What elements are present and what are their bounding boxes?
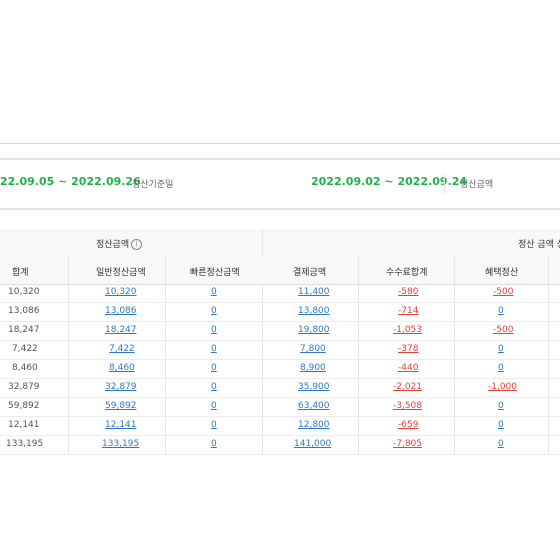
normal-settlement-link[interactable]: 32,879 [105, 382, 137, 392]
summary-separator [444, 174, 445, 194]
fast-settlement-link[interactable]: 0 [211, 287, 217, 297]
col-header-fast-settlement: 빠른정산금액 [190, 268, 240, 278]
group-header-settlement-amount: 정산금액 i [96, 237, 143, 250]
payment-link[interactable]: 11,400 [298, 287, 330, 297]
payment-link[interactable]: 7,800 [300, 344, 326, 354]
col-header-normal-settlement: 일반정산금액 [96, 268, 146, 278]
col-header-payment: 결제금액 [293, 268, 327, 278]
fee-link[interactable]: -1,053 [393, 325, 422, 335]
settlement-amount-caption: 정산금액 [460, 180, 494, 190]
benefit-link[interactable]: -500 [493, 325, 513, 335]
benefit-link[interactable]: 0 [498, 306, 504, 316]
normal-settlement-link[interactable]: 7,422 [109, 344, 135, 354]
payment-link[interactable]: 8,900 [300, 363, 326, 373]
payment-link[interactable]: 141,000 [294, 439, 331, 449]
table-row: 59,892 59,892 0 63,400 -3,508 0 [0, 398, 560, 417]
benefit-link[interactable]: 0 [498, 344, 504, 354]
payment-link[interactable]: 13,800 [298, 306, 330, 316]
fast-settlement-link[interactable]: 0 [211, 382, 217, 392]
benefit-link[interactable]: 0 [498, 439, 504, 449]
normal-settlement-link[interactable]: 13,086 [105, 306, 137, 316]
fee-link[interactable]: -378 [398, 344, 418, 354]
total-cell: 32,879 [8, 382, 40, 392]
fee-link[interactable]: -440 [398, 363, 418, 373]
col-header-benefit-settlement: 혜택정산 [485, 268, 519, 278]
settlement-base-date-caption: 정산기준일 [132, 180, 174, 190]
total-cell: 18,247 [8, 325, 40, 335]
table-column-header: 합계 일반정산금액 빠른정산금액 결제금액 수수료합계 혜택정산 [0, 255, 560, 285]
settlement-summary-bar: 22.09.05 ~ 2022.09.26 정산기준일 2022.09.02 ~… [0, 158, 560, 210]
fast-settlement-link[interactable]: 0 [211, 420, 217, 430]
table-row: 12,141 12,141 0 12,800 -659 0 [0, 417, 560, 436]
table-row: 32,879 32,879 0 35,900 -2,021 -1,000 [0, 379, 560, 398]
table-row: 8,460 8,460 0 8,900 -440 0 [0, 360, 560, 379]
benefit-link[interactable]: 0 [498, 420, 504, 430]
fast-settlement-link[interactable]: 0 [211, 401, 217, 411]
normal-settlement-link[interactable]: 10,320 [105, 287, 137, 297]
group-header-settlement-amount-label: 정산금액 [96, 240, 130, 250]
fee-link[interactable]: -580 [398, 287, 418, 297]
table-group-header: 정산금액i 정산 금액 상 [0, 229, 560, 256]
col-header-total: 합계 [12, 268, 29, 278]
table-row: 10,320 10,320 0 11,400 -580 -500 [0, 284, 560, 303]
fast-settlement-link[interactable]: 0 [211, 306, 217, 316]
normal-settlement-link[interactable]: 18,247 [105, 325, 137, 335]
total-cell: 13,086 [8, 306, 40, 316]
table-row: 13,086 13,086 0 13,800 -714 0 [0, 303, 560, 322]
fast-settlement-link[interactable]: 0 [211, 325, 217, 335]
fee-link[interactable]: -7,805 [393, 439, 422, 449]
total-cell: 59,892 [8, 401, 40, 411]
info-icon[interactable]: i [131, 239, 143, 250]
benefit-link[interactable]: 0 [498, 363, 504, 373]
normal-settlement-link[interactable]: 133,195 [102, 439, 139, 449]
normal-settlement-link[interactable]: 12,141 [105, 420, 137, 430]
payment-link[interactable]: 35,900 [298, 382, 330, 392]
fast-settlement-link[interactable]: 0 [211, 363, 217, 373]
fee-link[interactable]: -3,508 [393, 401, 422, 411]
fee-link[interactable]: -659 [398, 420, 418, 430]
table-row: 133,195 133,195 0 141,000 -7,805 0 [0, 436, 560, 455]
total-cell: 12,141 [8, 420, 40, 430]
payment-link[interactable]: 19,800 [298, 325, 330, 335]
total-cell: 10,320 [8, 287, 40, 297]
fast-settlement-link[interactable]: 0 [211, 344, 217, 354]
col-header-fee-total: 수수료합계 [386, 268, 428, 278]
group-header-settlement-detail: 정산 금액 상 [518, 240, 560, 250]
fee-link[interactable]: -2,021 [393, 382, 422, 392]
fee-link[interactable]: -714 [398, 306, 418, 316]
settlement-base-date-range: 22.09.05 ~ 2022.09.26 [0, 175, 141, 188]
table-row: 18,247 18,247 0 19,800 -1,053 -500 [0, 322, 560, 341]
total-cell: 8,460 [12, 363, 38, 373]
payment-link[interactable]: 63,400 [298, 401, 330, 411]
benefit-link[interactable]: -500 [493, 287, 513, 297]
normal-settlement-link[interactable]: 59,892 [105, 401, 137, 411]
table-row: 7,422 7,422 0 7,800 -378 0 [0, 341, 560, 360]
top-divider [0, 143, 560, 144]
fast-settlement-link[interactable]: 0 [211, 439, 217, 449]
total-cell: 7,422 [12, 344, 38, 354]
normal-settlement-link[interactable]: 8,460 [109, 363, 135, 373]
benefit-link[interactable]: 0 [498, 401, 504, 411]
payment-link[interactable]: 12,800 [298, 420, 330, 430]
benefit-link[interactable]: -1,000 [488, 382, 517, 392]
total-cell: 133,195 [6, 439, 44, 449]
